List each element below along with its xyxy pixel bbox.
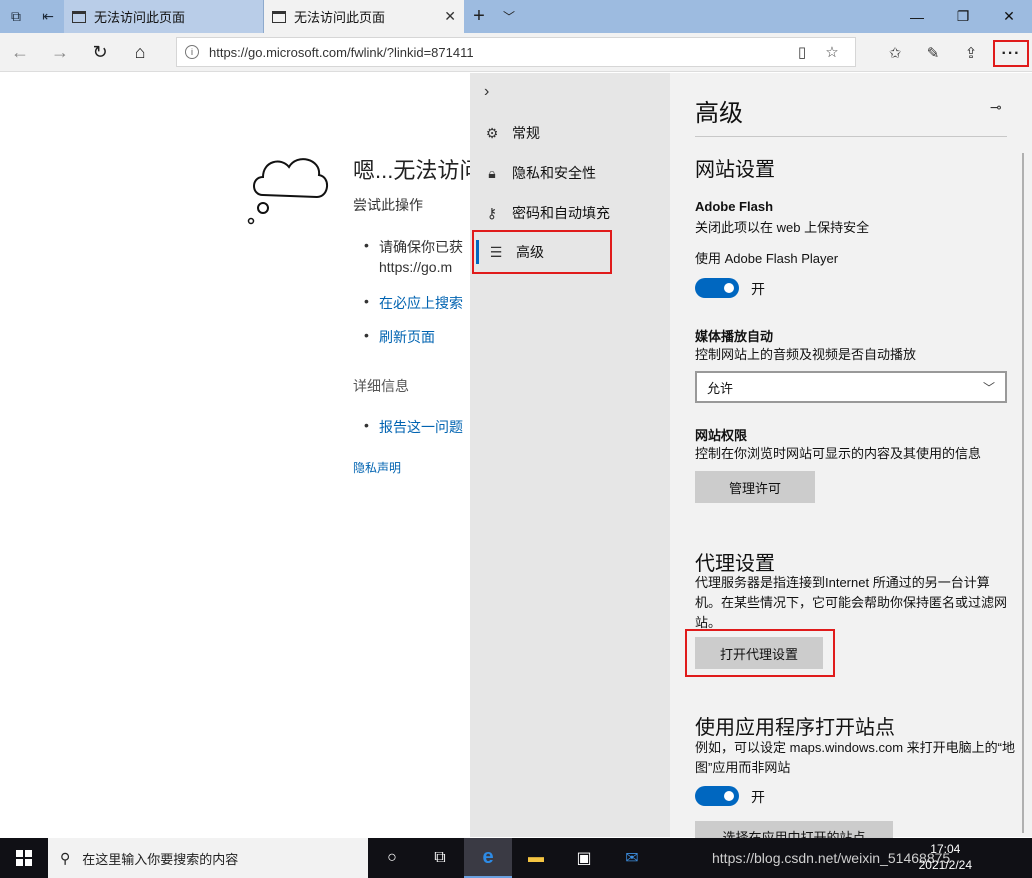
selection-indicator: [476, 240, 479, 264]
navigation-bar: ← → ↻ ⌂ i https://go.microsoft.com/fwlin…: [0, 33, 1032, 72]
tab-1[interactable]: 无法访问此页面: [64, 0, 264, 33]
close-tab-icon[interactable]: ✕: [444, 8, 456, 25]
site-permissions-description: 控制在你浏览时网站可显示的内容及其使用的信息: [695, 446, 982, 461]
site-permissions-heading: 网站权限: [695, 428, 748, 443]
media-autoplay-description: 控制网站上的音频及视频是否自动播放: [695, 347, 917, 362]
taskbar: ⚲ 在这里输入你要搜索的内容 ○ ⧉ e ▬ ▣ ✉ https://blog.…: [0, 838, 1032, 878]
chevron-down-icon: ﹀: [982, 380, 995, 395]
media-autoplay-select[interactable]: 允许 ﹀: [695, 371, 1007, 403]
favorite-star-icon[interactable]: ☆: [817, 43, 847, 61]
url-text[interactable]: https://go.microsoft.com/fwlink/?linkid=…: [209, 45, 787, 60]
close-window-icon[interactable]: ✕: [986, 0, 1032, 33]
collapse-chevron-icon[interactable]: ›: [484, 83, 489, 101]
start-button[interactable]: [0, 838, 48, 878]
pin-icon[interactable]: ⊸: [990, 99, 1002, 116]
open-sites-in-apps-toggle[interactable]: [695, 786, 739, 806]
settings-nav-label: 高级: [516, 244, 544, 260]
clock-time: 17:04: [930, 842, 961, 856]
tab-preview-chevron-icon[interactable]: ﹀: [494, 0, 524, 33]
taskbar-search-box[interactable]: ⚲ 在这里输入你要搜索的内容: [48, 838, 368, 878]
flash-description: 关闭此项以在 web 上保持安全: [695, 220, 870, 235]
search-placeholder: 在这里输入你要搜索的内容: [82, 851, 239, 867]
settings-nav: › ⚙ 常规 🔒︎ 隐私和安全性 ⚷ 密码和自动填充 ☰ 高级: [470, 73, 670, 837]
forward-arrow-icon[interactable]: →: [40, 33, 80, 72]
tab-2[interactable]: 无法访问此页面 ✕: [264, 0, 464, 33]
new-tab-button[interactable]: +: [464, 0, 494, 33]
restore-icon[interactable]: ❐: [940, 0, 986, 33]
address-bar[interactable]: i https://go.microsoft.com/fwlink/?linki…: [176, 37, 856, 67]
settings-nav-general[interactable]: ⚙ 常规: [470, 113, 670, 153]
flash-toggle-label: 使用 Adobe Flash Player: [695, 251, 839, 266]
settings-nav-label: 隐私和安全性: [512, 165, 596, 181]
settings-more-button[interactable]: ···: [993, 40, 1029, 67]
mail-icon[interactable]: ✉: [608, 838, 656, 878]
flash-toggle-state: 开: [751, 281, 765, 297]
tab-title: 无法访问此页面: [294, 10, 386, 25]
flash-toggle[interactable]: [695, 278, 739, 298]
watermark-text: https://blog.csdn.net/weixin_51468875: [712, 850, 951, 866]
error-subtitle: 尝试此操作: [353, 197, 423, 213]
advanced-settings-panel: 高级 ⊸ 网站设置 Adobe Flash 关闭此项以在 web 上保持安全 使…: [670, 73, 1032, 853]
scrollbar[interactable]: [1022, 153, 1024, 833]
details-label[interactable]: 详细信息: [353, 376, 409, 396]
settings-nav-advanced[interactable]: ☰ 高级: [472, 230, 612, 274]
store-icon[interactable]: ▣: [560, 838, 608, 878]
cortana-icon[interactable]: ○: [368, 838, 416, 878]
set-aside-tabs-icon[interactable]: ⇤: [32, 0, 64, 33]
lock-icon: 🔒︎: [488, 164, 496, 181]
manage-permissions-button[interactable]: 管理许可: [695, 471, 815, 503]
search-icon: ⚲: [60, 849, 71, 866]
open-sites-in-apps-description: 例如，可以设定 maps.windows.com 来打开电脑上的“地图”应用而非…: [695, 740, 1015, 775]
highlight-box: [685, 629, 835, 677]
windows-logo-icon: [16, 850, 32, 866]
flash-heading: Adobe Flash: [695, 199, 774, 214]
error-title: 嗯...无法访问: [353, 158, 482, 183]
settings-nav-label: 常规: [512, 125, 540, 141]
website-settings-heading: 网站设置: [695, 159, 775, 181]
clock-date: 2021/2/24: [918, 858, 972, 872]
proxy-description: 代理服务器是指连接到Internet 所通过的另一台计算机。在某些情况下，它可能…: [695, 575, 1008, 630]
task-view-icon[interactable]: ⧉: [416, 838, 464, 878]
info-icon[interactable]: i: [185, 45, 199, 59]
media-autoplay-heading: 媒体播放自动: [695, 329, 774, 344]
pen-icon[interactable]: ✎: [914, 33, 952, 72]
home-icon[interactable]: ⌂: [120, 33, 160, 72]
tab-bar: ⧉ ⇤ 无法访问此页面 无法访问此页面 ✕ + ﹀ — ❐ ✕: [0, 0, 1032, 33]
share-icon[interactable]: ⇪: [952, 33, 990, 72]
divider: [695, 136, 1007, 137]
settings-nav-label: 密码和自动填充: [512, 205, 610, 221]
refresh-icon[interactable]: ↻: [80, 33, 120, 72]
settings-nav-passwords[interactable]: ⚷ 密码和自动填充: [470, 193, 670, 233]
sliders-icon: ☰: [489, 243, 503, 260]
toolbar-actions: ✩ ✎ ⇪: [876, 33, 990, 72]
minimize-icon[interactable]: —: [894, 0, 940, 33]
back-arrow-icon[interactable]: ←: [0, 33, 40, 72]
page-icon: [72, 10, 86, 23]
proxy-heading: 代理设置: [695, 553, 775, 575]
clock[interactable]: 17:04 2021/2/24: [919, 841, 972, 873]
thought-cloud-icon: [247, 158, 328, 225]
favorites-hub-icon[interactable]: ✩: [876, 33, 914, 72]
system-tray: https://blog.csdn.net/weixin_51468875 17…: [712, 838, 1032, 878]
reading-view-icon[interactable]: ▯: [787, 43, 817, 61]
page-icon: [272, 10, 286, 23]
open-sites-in-apps-heading: 使用应用程序打开站点: [695, 717, 895, 739]
privacy-link[interactable]: 隐私声明: [353, 459, 401, 476]
edge-icon[interactable]: e: [464, 838, 512, 878]
open-sites-in-apps-state: 开: [751, 789, 765, 805]
tab-actions-icon[interactable]: ⧉: [0, 0, 32, 33]
settings-nav-privacy[interactable]: 🔒︎ 隐私和安全性: [470, 153, 670, 193]
select-value: 允许: [707, 380, 734, 396]
key-icon: ⚷: [486, 204, 498, 221]
file-explorer-icon[interactable]: ▬: [512, 838, 560, 878]
window-controls: — ❐ ✕: [894, 0, 1032, 33]
panel-title: 高级: [695, 100, 743, 127]
tab-title: 无法访问此页面: [94, 10, 186, 25]
gear-icon: ⚙: [485, 124, 499, 141]
